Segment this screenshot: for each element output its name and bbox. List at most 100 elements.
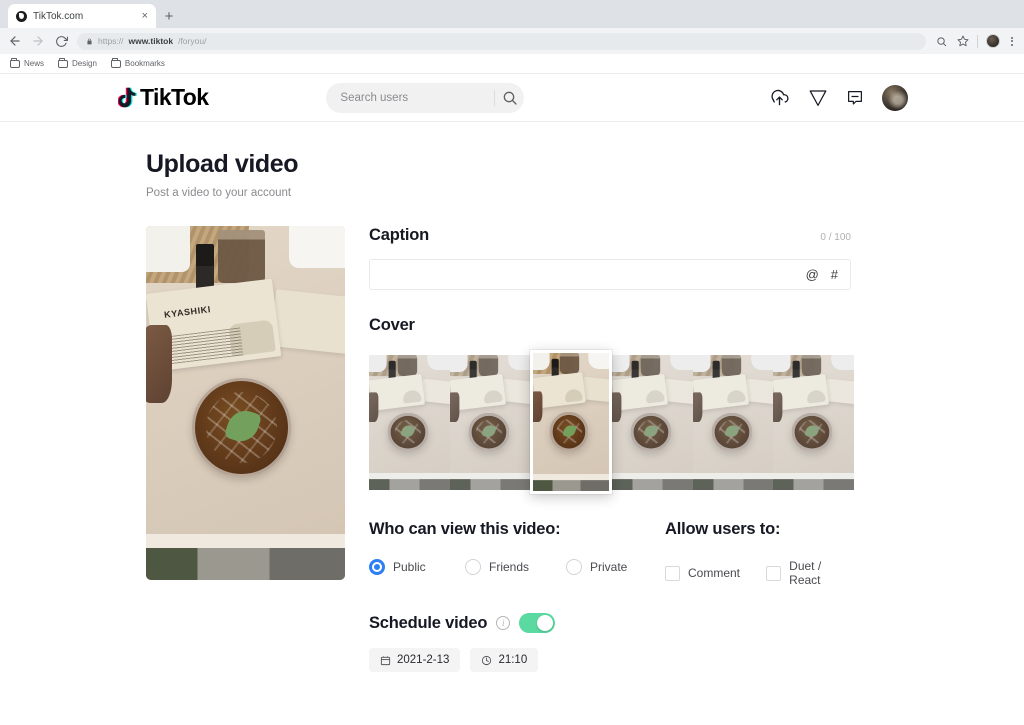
cover-frame[interactable] [449,354,530,490]
hashtag-icon[interactable]: # [831,267,838,282]
checkbox-option-comment[interactable]: Comment [665,559,766,587]
checkbox-icon[interactable] [766,565,782,581]
checkbox-label: Comment [688,566,741,580]
avatar[interactable] [882,84,908,111]
options-row: Who can view this video: Public Friends [369,520,851,587]
cover-frame-strip [369,350,854,494]
toggle-knob [537,615,554,631]
bookmarks-bar: News Design Bookmarks [0,54,1024,74]
toolbar-divider [977,34,978,48]
radio-icon[interactable] [369,559,385,575]
header-icons [769,84,908,111]
schedule-row: Schedule video i [369,613,851,633]
cover-frame[interactable] [773,354,854,490]
url-host: www.tiktok [128,36,174,46]
tiktok-page: TikTok Search users Upload video Post a … [0,74,1024,725]
cover-frame[interactable] [692,354,773,490]
caption-header: Caption 0 / 100 [369,226,851,245]
tiktok-wordmark: TikTok [140,84,209,110]
mention-icon[interactable]: @ [806,267,819,282]
toolbar-actions [935,34,1016,48]
cover-frame-selected[interactable] [530,350,612,494]
page-title: Upload video [146,150,299,178]
allow-section: Allow users to: Comment Duet / React [665,520,851,587]
privacy-options: Public Friends Private [369,559,665,575]
schedule-date-picker[interactable]: 2021-2-13 [369,648,461,672]
radio-label: Private [590,560,628,574]
radio-label: Friends [489,560,530,574]
upload-columns: KYASHIKI Caption 0 / 100 @ # Cover Who c… [146,226,1024,672]
caption-field[interactable]: @ # [369,259,851,290]
radio-icon[interactable] [465,559,481,575]
cover-frame[interactable] [369,354,450,490]
address-bar[interactable]: https:// www.tiktok/foryou/ [77,32,926,50]
privacy-section: Who can view this video: Public Friends [369,520,665,587]
allow-options: Comment Duet / React [665,559,851,587]
bookmark-star-icon[interactable] [956,35,969,48]
search-area [326,82,525,113]
browser-toolbar: https:// www.tiktok/foryou/ [0,28,1024,54]
search-button[interactable] [495,83,524,113]
schedule-toggle[interactable] [519,613,556,633]
search-box[interactable] [326,82,525,113]
site-header: TikTok [0,74,1024,122]
checkbox-icon[interactable] [665,565,680,581]
schedule-pills: 2021-2-13 21:10 [369,648,851,672]
bookmark-label: Design [72,59,97,68]
schedule-label: Schedule video [369,613,488,632]
radio-option-friends[interactable]: Friends [465,559,566,575]
browser-tabstrip: TikTok.com × + [0,0,1024,28]
page-subtitle: Post a video to your account [146,187,292,199]
video-thumbnail: KYASHIKI [146,226,345,580]
radio-label: Public [393,560,426,574]
chrome-menu-icon[interactable] [1008,36,1016,46]
lock-icon [87,38,92,44]
cover-frame[interactable] [612,354,693,490]
close-icon[interactable]: × [142,10,148,22]
clock-icon [481,655,492,666]
back-icon[interactable] [8,34,22,48]
upload-form: Caption 0 / 100 @ # Cover Who can view t… [369,226,854,672]
caption-icons: @ # [806,267,838,282]
search-input[interactable] [340,91,495,104]
folder-icon [110,57,121,68]
checkbox-label: Duet / React [789,559,822,587]
forward-icon[interactable] [31,34,45,48]
page-content: Upload video Post a video to your accoun… [0,122,1024,672]
reload-icon[interactable] [54,34,68,48]
folder-icon [10,57,20,68]
radio-option-public[interactable]: Public [369,559,465,575]
new-tab-button[interactable]: + [156,4,182,28]
bookmark-label: Bookmarks [124,59,165,68]
info-icon[interactable]: i [496,616,511,630]
caption-input[interactable] [380,267,806,282]
browser-window: TikTok.com × + https:// www.tiktok/foryou… [0,0,1024,725]
cloud-upload-icon[interactable] [769,89,790,107]
tiktok-favicon-icon [16,10,27,22]
message-icon[interactable] [846,89,864,107]
allow-title: Allow users to: [665,520,781,538]
schedule-time-value: 21:10 [498,654,528,666]
tiktok-note-icon [118,87,137,109]
bookmark-item-bookmarks[interactable]: Bookmarks [110,57,165,68]
schedule-time-picker[interactable]: 21:10 [470,648,539,672]
zoom-icon[interactable] [935,35,948,48]
radio-icon[interactable] [566,559,582,575]
tab-title: TikTok.com [33,10,84,22]
bookmark-label: News [24,59,45,68]
folder-icon [58,57,69,68]
tiktok-logo[interactable]: TikTok [118,84,209,111]
send-icon[interactable] [808,89,828,107]
calendar-icon [380,655,391,666]
caption-counter: 0 / 100 [820,232,851,243]
radio-option-private[interactable]: Private [566,559,627,575]
caption-label: Caption [369,226,430,244]
bookmark-item-news[interactable]: News [10,57,45,68]
video-preview[interactable]: KYASHIKI [146,226,345,580]
url-path: /foryou/ [178,36,207,46]
cover-label: Cover [369,316,415,334]
browser-tab[interactable]: TikTok.com × [8,4,156,28]
checkbox-option-duet-react[interactable]: Duet / React [766,559,851,587]
profile-avatar[interactable] [986,34,1000,48]
bookmark-item-design[interactable]: Design [58,57,97,68]
